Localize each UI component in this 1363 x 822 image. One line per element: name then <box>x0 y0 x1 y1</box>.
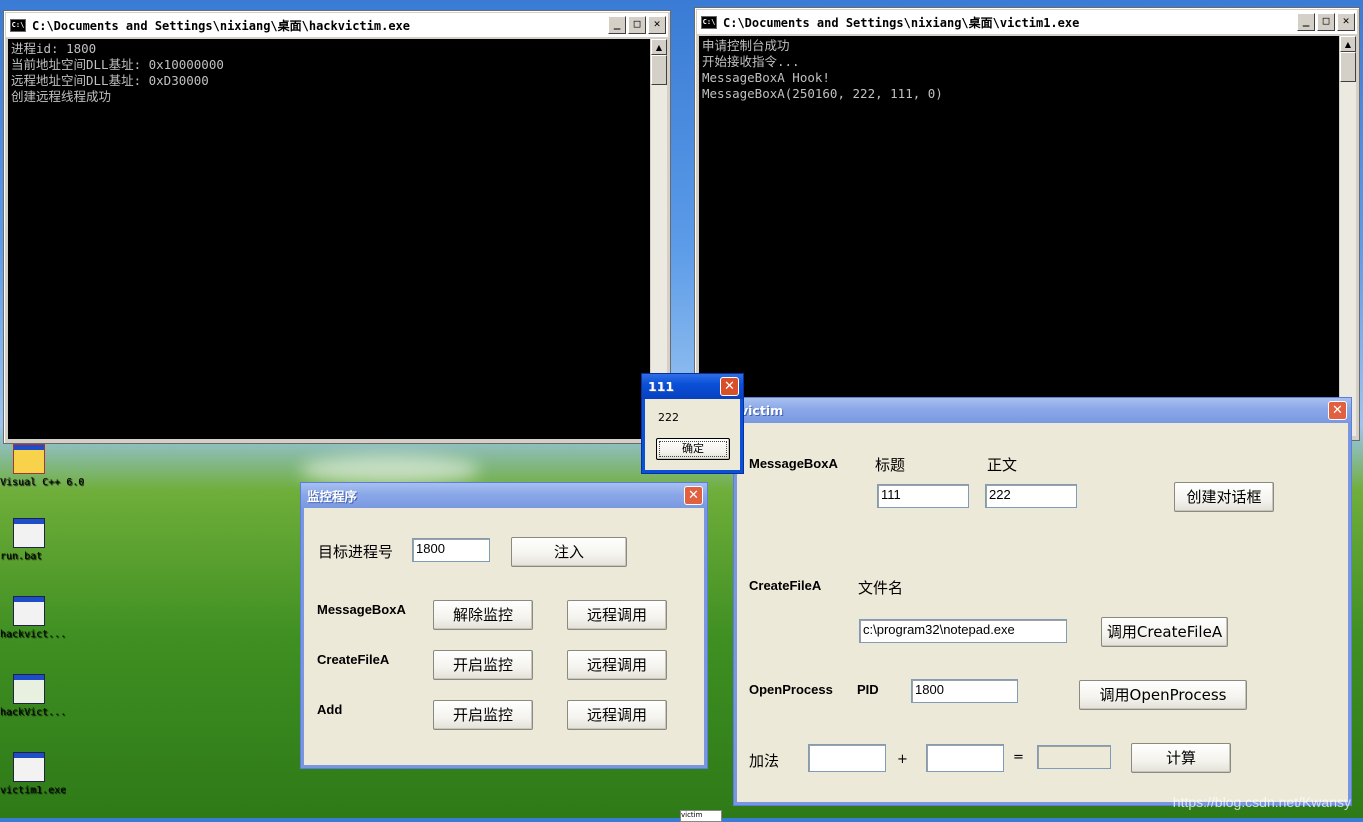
console-line: 申请控制台成功 <box>702 38 790 53</box>
desktop-icon-victim1-exe[interactable]: victim1.exe <box>0 752 66 796</box>
filename-label: 文件名 <box>858 579 904 597</box>
console-window-victim1[interactable]: C:\ C:\Documents and Settings\nixiang\桌面… <box>694 7 1360 441</box>
minimize-icon[interactable]: _ <box>608 16 626 34</box>
batch-file-icon <box>13 518 45 548</box>
visual-cpp-icon <box>13 444 45 474</box>
close-icon[interactable]: ✕ <box>720 377 739 396</box>
console-line: MessageBoxA(250160, 222, 111, 0) <box>702 86 943 101</box>
caption-input[interactable]: 111 <box>877 484 969 508</box>
filename-input[interactable]: c:\program32\notepad.exe <box>859 619 1067 643</box>
ok-button[interactable]: 确定 <box>656 438 730 460</box>
remote-call-add-button[interactable]: 远程调用 <box>567 700 667 730</box>
add-label: 加法 <box>749 752 780 770</box>
remote-call-createfilea-button[interactable]: 远程调用 <box>567 650 667 680</box>
maximize-icon[interactable]: □ <box>1317 13 1335 31</box>
text-label: 正文 <box>987 456 1018 474</box>
console-line: 当前地址空间DLL基址: 0x10000000 <box>11 57 224 72</box>
dialog-titlebar[interactable]: victim ✕ <box>734 398 1351 423</box>
scroll-thumb[interactable] <box>1340 52 1356 82</box>
console-line: 创建远程线程成功 <box>11 89 112 104</box>
equals-sign: = <box>1013 750 1024 765</box>
dialog-title: 监控程序 <box>307 489 358 504</box>
remote-call-messageboxa-button[interactable]: 远程调用 <box>567 600 667 630</box>
desktop-icon-label: Visual C++ 6.0 <box>0 477 85 488</box>
dialog-titlebar[interactable]: 111 ✕ <box>642 374 743 399</box>
close-icon[interactable]: ✕ <box>648 16 666 34</box>
caption-label: 标题 <box>875 456 906 474</box>
toggle-monitor-add-button[interactable]: 开启监控 <box>433 700 533 730</box>
scroll-up-icon[interactable]: ▲ <box>651 39 667 55</box>
maximize-icon[interactable]: □ <box>628 16 646 34</box>
toggle-monitor-messageboxa-button[interactable]: 解除监控 <box>433 600 533 630</box>
console-output: 申请控制台成功 开始接收指令... MessageBoxA Hook! Message… <box>699 36 1339 436</box>
watermark: https://blog.csdn.net/Kwansy <box>1172 794 1351 810</box>
api-label-add: Add <box>317 702 343 717</box>
scroll-thumb[interactable] <box>651 55 667 85</box>
console-output: 进程id: 1800 当前地址空间DLL基址: 0x10000000 远程地址空间D… <box>8 39 650 439</box>
api-label-createfilea: CreateFileA <box>317 652 390 667</box>
console-line: 开始接收指令... <box>702 54 800 69</box>
add-result-field <box>1037 745 1111 769</box>
desktop-icon-run-bat[interactable]: run.bat <box>0 518 58 562</box>
console-system-icon[interactable]: C:\ <box>701 15 717 29</box>
dialog-title: victim <box>740 403 784 418</box>
console-line: 进程id: 1800 <box>11 41 97 56</box>
sky-cloud <box>300 455 480 485</box>
compute-button[interactable]: 计算 <box>1131 743 1231 773</box>
desktop-icon-hackvictim-file[interactable]: hackVict... <box>0 674 66 718</box>
desktop-icon-label: run.bat <box>0 551 43 562</box>
api-label-messageboxa: MessageBoxA <box>317 602 406 617</box>
desktop-icon-label: hackVict... <box>0 707 67 718</box>
createfilea-label: CreateFileA <box>749 578 822 593</box>
call-openprocess-button[interactable]: 调用OpenProcess <box>1079 680 1247 710</box>
target-pid-label: 目标进程号 <box>318 543 394 561</box>
plus-sign: + <box>897 752 908 767</box>
close-icon[interactable]: ✕ <box>1337 13 1355 31</box>
console-line: MessageBoxA Hook! <box>702 70 830 85</box>
messageboxa-label: MessageBoxA <box>749 456 838 471</box>
dialog-titlebar[interactable]: 监控程序 ✕ <box>301 483 707 508</box>
close-icon[interactable]: ✕ <box>1328 401 1347 420</box>
add-operand-a-input[interactable] <box>808 744 886 772</box>
taskbar-stub-victim[interactable]: victim <box>680 810 722 822</box>
pid-input[interactable]: 1800 <box>911 679 1018 703</box>
desktop-icon-visual-cpp[interactable]: Visual C++ 6.0 <box>0 444 84 488</box>
exe-window-icon <box>13 596 45 626</box>
recycle-file-icon <box>13 674 45 704</box>
console-titlebar[interactable]: C:\ C:\Documents and Settings\nixiang\桌面… <box>6 13 668 38</box>
scroll-up-icon[interactable]: ▲ <box>1340 36 1356 52</box>
desktop-icon-label: hackvict... <box>0 629 67 640</box>
call-createfilea-button[interactable]: 调用CreateFileA <box>1101 617 1228 647</box>
victim-dialog[interactable]: victim ✕ MessageBoxA 标题 正文 111 222 创建对话框… <box>734 398 1351 805</box>
desktop-icon-hackvictim-exe[interactable]: hackvict... <box>0 596 66 640</box>
add-operand-b-input[interactable] <box>926 744 1004 772</box>
console-line: 远程地址空间DLL基址: 0xD30000 <box>11 73 209 88</box>
openprocess-label: OpenProcess <box>749 682 833 697</box>
pid-label: PID <box>857 682 879 697</box>
vertical-scrollbar[interactable]: ▲ <box>1340 36 1356 436</box>
desktop-icon-label: victim1.exe <box>0 785 67 796</box>
console-title: C:\Documents and Settings\nixiang\桌面\hac… <box>32 18 411 33</box>
message-box-title: 111 <box>648 379 675 394</box>
console-titlebar[interactable]: C:\ C:\Documents and Settings\nixiang\桌面… <box>697 10 1357 35</box>
target-pid-input[interactable]: 1800 <box>412 538 490 562</box>
console-window-hackvictim[interactable]: C:\ C:\Documents and Settings\nixiang\桌面… <box>3 10 671 444</box>
exe-window-icon <box>13 752 45 782</box>
minimize-icon[interactable]: _ <box>1297 13 1315 31</box>
toggle-monitor-createfilea-button[interactable]: 开启监控 <box>433 650 533 680</box>
text-input[interactable]: 222 <box>985 484 1077 508</box>
console-title: C:\Documents and Settings\nixiang\桌面\vic… <box>723 15 1080 30</box>
message-box-dialog[interactable]: 111 ✕ 222 确定 <box>642 374 743 473</box>
message-box-text: 222 <box>658 411 679 424</box>
close-icon[interactable]: ✕ <box>684 486 703 505</box>
monitor-dialog[interactable]: 监控程序 ✕ 目标进程号 1800 注入 MessageBoxA 解除监控 远程… <box>301 483 707 768</box>
inject-button[interactable]: 注入 <box>511 537 627 567</box>
console-system-icon[interactable]: C:\ <box>10 18 26 32</box>
create-dialog-button[interactable]: 创建对话框 <box>1174 482 1274 512</box>
